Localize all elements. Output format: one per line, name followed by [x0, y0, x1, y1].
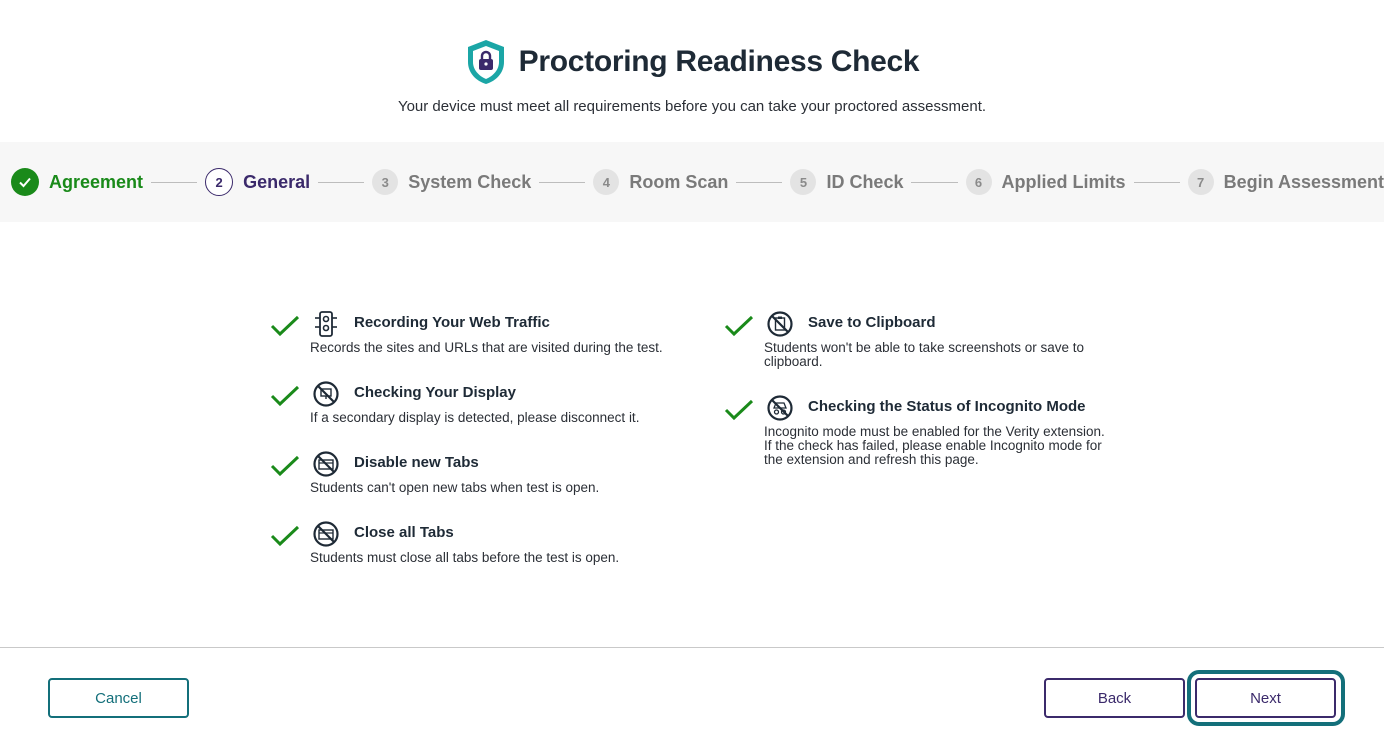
step-general[interactable]: 2 General	[205, 168, 310, 196]
back-button[interactable]: Back	[1044, 678, 1185, 718]
step-applied-limits: 6 Applied Limits	[965, 169, 1126, 195]
step-connector	[911, 181, 958, 183]
requirement-title: Disable new Tabs	[354, 454, 479, 471]
step-connector	[318, 181, 365, 183]
requirement-description: Records the sites and URLs that are visi…	[310, 340, 663, 355]
requirement-description: Students must close all tabs before the …	[310, 550, 620, 565]
step-number: 5	[790, 169, 817, 195]
cancel-button[interactable]: Cancel	[48, 678, 189, 718]
traffic-light-icon	[315, 311, 337, 337]
requirement-description: Students can't open new tabs when test i…	[310, 480, 600, 495]
step-number: 7	[1187, 169, 1214, 195]
step-label: ID Check	[826, 171, 904, 192]
progress-stepper: Agreement 2 General 3 System Check 4 Roo…	[0, 142, 1384, 222]
requirement-title: Recording Your Web Traffic	[354, 314, 550, 331]
step-connector	[539, 181, 586, 183]
step-label: Begin Assessment	[1223, 171, 1384, 192]
requirement-close-tabs: Close all Tabs Students must close all t…	[270, 521, 690, 574]
step-number: 6	[965, 169, 992, 195]
description-line: Incognito mode must be enabled for the V…	[764, 424, 1105, 439]
checkmark-icon	[724, 315, 754, 337]
description-line: clipboard.	[764, 354, 823, 369]
checkmark-icon	[270, 525, 300, 547]
checkmark-icon	[270, 315, 300, 337]
checkmark-icon	[11, 168, 39, 196]
requirement-web-traffic: Recording Your Web Traffic Records the s…	[270, 311, 690, 364]
requirement-new-tabs: Disable new Tabs Students can't open new…	[270, 451, 690, 504]
requirement-incognito: Checking the Status of Incognito Mode In…	[724, 395, 1144, 474]
description-line: If the check has failed, please enable I…	[764, 438, 1102, 453]
step-number: 2	[205, 168, 234, 196]
description-line: Students won't be able to take screensho…	[764, 340, 1085, 355]
requirement-title: Checking Your Display	[354, 384, 516, 401]
page-subtitle: Your device must meet all requirements b…	[397, 98, 987, 115]
description-line: the extension and refresh this page.	[764, 452, 979, 467]
step-number: 3	[372, 169, 399, 195]
title-row: Proctoring Readiness Check	[0, 36, 1384, 88]
requirement-clipboard: Save to Clipboard Students won't be able…	[724, 311, 1144, 374]
step-label: Room Scan	[629, 171, 729, 192]
checkmark-icon	[270, 385, 300, 407]
no-incognito-icon	[767, 395, 793, 421]
step-connector	[151, 181, 198, 183]
step-id-check: 5 ID Check	[790, 169, 903, 195]
next-button[interactable]: Next	[1195, 678, 1336, 718]
step-connector	[736, 181, 783, 183]
step-connector	[1133, 181, 1180, 183]
requirement-description: Students won't be able to take screensho…	[764, 341, 1084, 369]
step-label: System Check	[408, 171, 532, 192]
step-label: General	[243, 171, 311, 192]
step-label: Applied Limits	[1001, 171, 1126, 192]
footer-divider	[0, 647, 1384, 648]
requirement-description: Incognito mode must be enabled for the V…	[764, 425, 1105, 467]
no-display-icon	[313, 381, 339, 407]
no-clipboard-icon	[767, 311, 793, 337]
step-begin-assessment: 7 Begin Assessment	[1187, 169, 1384, 195]
step-number: 4	[593, 169, 620, 195]
step-label: Agreement	[49, 171, 144, 192]
checkmark-icon	[724, 399, 754, 421]
no-tabs-icon	[313, 521, 339, 547]
checkmark-icon	[270, 455, 300, 477]
page-header: Proctoring Readiness Check Your device m…	[0, 36, 1384, 115]
step-system-check: 3 System Check	[372, 169, 531, 195]
step-agreement[interactable]: Agreement	[11, 168, 143, 196]
requirement-title: Save to Clipboard	[808, 314, 936, 331]
requirement-title: Close all Tabs	[354, 524, 454, 541]
requirement-display: Checking Your Display If a secondary dis…	[270, 381, 690, 434]
requirement-title: Checking the Status of Incognito Mode	[808, 398, 1086, 415]
page-title: Proctoring Readiness Check	[518, 45, 920, 78]
requirement-description: If a secondary display is detected, plea…	[310, 410, 640, 425]
shield-lock-icon	[467, 40, 504, 84]
step-room-scan: 4 Room Scan	[593, 169, 728, 195]
no-new-tabs-icon	[313, 451, 339, 477]
